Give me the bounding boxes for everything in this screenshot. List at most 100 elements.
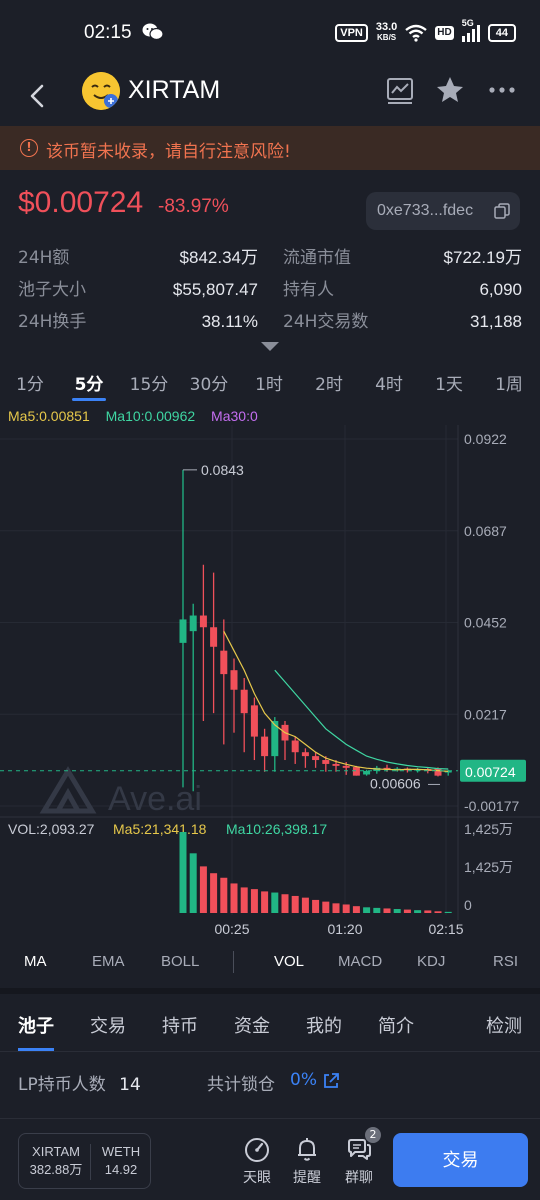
stat-24h-trades: 24H交易数 31,188 — [283, 308, 522, 336]
volume-bar — [332, 903, 340, 913]
stat-label: 24H额 — [18, 248, 70, 268]
tab-timeframe[interactable]: 30分 — [184, 370, 234, 395]
volume-bar — [220, 877, 228, 913]
tab-check[interactable]: 检测 — [486, 1012, 522, 1038]
candle-body — [220, 650, 228, 675]
candle-body — [199, 615, 207, 628]
contract-address[interactable]: 0xe733...fdec — [366, 192, 520, 230]
stat-value: $722.19万 — [443, 248, 522, 267]
volume-bar — [210, 873, 218, 913]
volume-axis-label: 1,425万 — [464, 859, 513, 875]
more-icon[interactable] — [486, 74, 518, 106]
tab-timeframe[interactable]: 1周 — [484, 370, 534, 395]
candle-body — [312, 756, 320, 761]
tab-indicator-ema[interactable]: EMA — [92, 953, 125, 970]
tab-timeframe[interactable]: 1时 — [244, 370, 294, 395]
expand-stats-caret-icon[interactable] — [261, 342, 279, 351]
volume-bar — [291, 895, 299, 913]
bottom-action-bar: XIRTAM 382.88万 WETH 14.92 天眼 提醒 2 群聊 交易 — [0, 1118, 540, 1200]
volume-bar — [373, 907, 381, 913]
star-icon[interactable] — [434, 74, 466, 106]
sky-eye-button[interactable]: 天眼 — [233, 1135, 281, 1187]
watermark-text: Ave.ai — [108, 780, 202, 818]
pair-divider — [90, 1144, 91, 1180]
stat-market-cap: 流通市值 $722.19万 — [283, 244, 522, 272]
volume-bar — [363, 907, 371, 913]
ma5-line — [223, 630, 449, 772]
volume-bar — [434, 911, 442, 913]
current-price-tag-label: 0.00724 — [465, 764, 516, 780]
watermark-logo-icon — [39, 766, 97, 814]
hd-badge: HD — [435, 25, 454, 40]
stat-label: 流通市值 — [283, 248, 351, 268]
gauge-icon — [245, 1138, 269, 1162]
volume-bar — [393, 909, 401, 913]
tab-timeframe-active[interactable]: 5分 — [64, 370, 114, 395]
stat-holders: 持有人 6,090 — [283, 276, 522, 304]
tab-timeframe[interactable]: 1天 — [424, 370, 474, 395]
price-chart[interactable]: 0.0922 0.0687 0.0452 0.0217 -0.00177 Ave.ai 0.… — [0, 425, 540, 940]
token-name: XIRTAM — [128, 76, 221, 104]
tab-indicator-vol[interactable]: VOL — [274, 953, 304, 970]
tab-indicator-ma[interactable]: MA — [24, 953, 47, 970]
volume-bar — [342, 904, 350, 913]
tab-indicator-rsi[interactable]: RSI — [493, 953, 518, 970]
price-axis-label: 0.0452 — [464, 615, 507, 631]
volume-bar — [312, 899, 320, 913]
pair-reserves[interactable]: XIRTAM 382.88万 WETH 14.92 — [18, 1133, 151, 1189]
tab-timeframe[interactable]: 15分 — [124, 370, 174, 395]
network-speed: 33.0 KB/S — [376, 22, 397, 43]
warning-text: 该币暂未收录，请自行注意风险! — [46, 142, 291, 162]
price-change: -83.97% — [158, 196, 229, 217]
time-axis-label: 01:20 — [327, 921, 362, 937]
volume-bar — [403, 909, 411, 913]
low-price-label: 0.00606 — [370, 775, 421, 791]
volume-bar — [322, 901, 330, 913]
volume-bar — [301, 897, 309, 913]
chart-icon[interactable] — [384, 74, 416, 106]
group-chat-button[interactable]: 2 群聊 — [335, 1127, 383, 1187]
tab-timeframe[interactable]: 2时 — [304, 370, 354, 395]
price-axis-label: 0.0217 — [464, 706, 507, 722]
tab-funds[interactable]: 资金 — [234, 1012, 270, 1038]
tab-indicator-macd[interactable]: MACD — [338, 953, 382, 970]
trade-button[interactable]: 交易 — [393, 1133, 528, 1187]
stat-pool-size: 池子大小 $55,807.47 — [18, 276, 258, 304]
candle-body — [332, 763, 340, 766]
volume-bar — [271, 892, 279, 913]
vol-label: VOL:2,093.27 — [8, 821, 95, 837]
stat-value: $55,807.47 — [172, 280, 258, 299]
external-link-icon[interactable] — [322, 1072, 340, 1090]
ma30-value: Ma30:0 — [211, 408, 258, 424]
stat-label: 24H交易数 — [283, 312, 369, 332]
top-nav: XIRTAM — [0, 68, 540, 126]
stat-value: 6,090 — [479, 280, 522, 299]
lp-holders-row: LP持币人数 14 — [18, 1070, 141, 1095]
section-divider — [0, 988, 540, 994]
tab-mine[interactable]: 我的 — [306, 1012, 342, 1038]
tab-timeframe[interactable]: 1分 — [5, 370, 55, 395]
price-axis-label: -0.00177 — [464, 798, 519, 814]
vpn-badge: VPN — [335, 23, 368, 42]
tab-holdings[interactable]: 持币 — [162, 1012, 198, 1038]
tab-trades[interactable]: 交易 — [90, 1012, 126, 1038]
candle-body — [342, 765, 350, 768]
volume-bar — [179, 832, 187, 913]
candle-body — [322, 760, 330, 764]
tab-indicator-boll[interactable]: BOLL — [161, 953, 199, 970]
time-axis-label: 02:15 — [428, 921, 463, 937]
alert-button[interactable]: 提醒 — [283, 1135, 331, 1187]
vol-ma5-label: Ma5:21,341.18 — [113, 821, 207, 837]
copy-icon[interactable] — [494, 203, 510, 219]
token-avatar — [82, 72, 120, 110]
tab-pool[interactable]: 池子 — [18, 1012, 54, 1038]
tab-indicator-kdj[interactable]: KDJ — [417, 953, 445, 970]
volume-bar — [230, 883, 238, 913]
ma10-line — [274, 669, 449, 770]
candle-body — [210, 627, 218, 647]
lp-holders-label: LP持币人数 — [18, 1075, 106, 1095]
tab-timeframe[interactable]: 4时 — [364, 370, 414, 395]
back-icon[interactable] — [20, 76, 56, 116]
tab-intro[interactable]: 简介 — [378, 1012, 414, 1038]
volume-bar — [444, 911, 452, 913]
